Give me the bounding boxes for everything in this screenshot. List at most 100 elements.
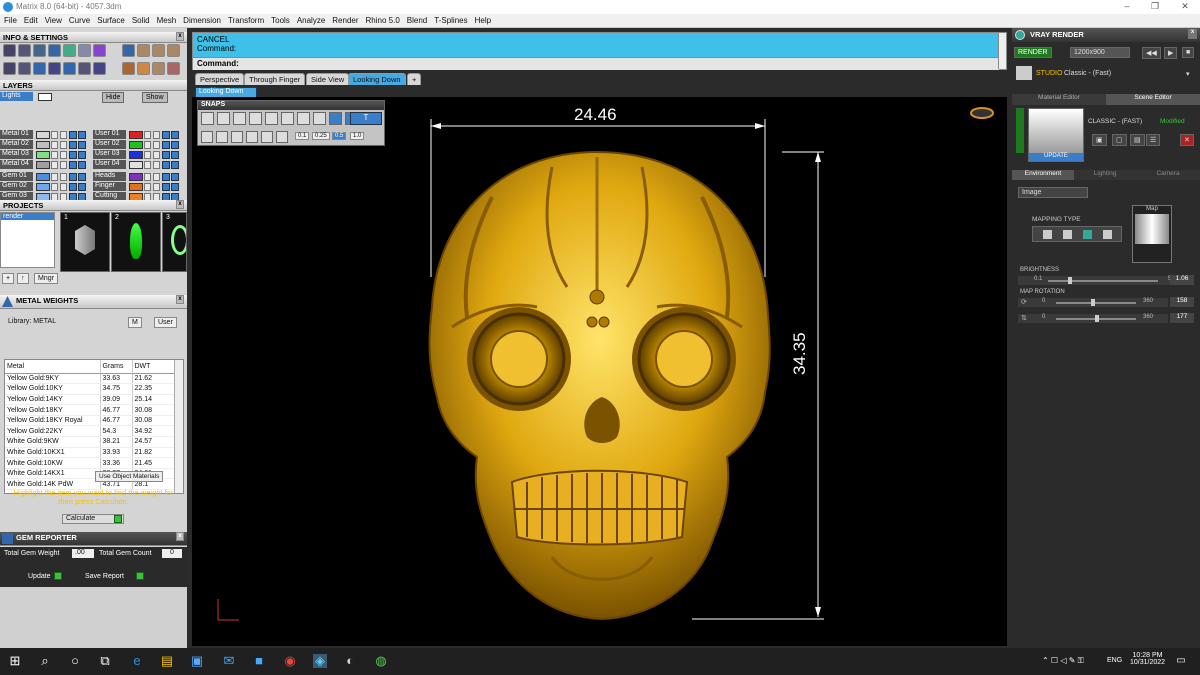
update-button[interactable]: Update bbox=[28, 572, 62, 580]
map-preview[interactable]: Map bbox=[1132, 205, 1172, 263]
tool-icon[interactable] bbox=[122, 44, 135, 57]
table-row[interactable]: Yellow Gold:22KY 54.3 34.92 bbox=[5, 425, 175, 438]
layer-select-icon[interactable] bbox=[78, 141, 86, 149]
menu-mesh[interactable]: Mesh bbox=[153, 14, 180, 25]
col-header-dwt[interactable]: DWT bbox=[131, 360, 175, 374]
layer-select-icon[interactable] bbox=[78, 173, 86, 181]
menu-curve[interactable]: Curve bbox=[65, 14, 93, 25]
use-object-materials-button[interactable]: Use Object Materials bbox=[95, 471, 164, 482]
tool-icon[interactable] bbox=[18, 44, 31, 57]
notification-icon[interactable]: ▭ bbox=[1174, 654, 1188, 668]
project-item[interactable]: render bbox=[1, 213, 54, 220]
tab-scene-editor[interactable]: Scene Editor bbox=[1106, 94, 1200, 105]
rotation-slider-1[interactable]: ⟳ 0 360 bbox=[1018, 298, 1168, 307]
layer-color[interactable] bbox=[36, 131, 50, 139]
lock-icon[interactable] bbox=[144, 131, 151, 139]
show-button[interactable]: Show bbox=[142, 92, 168, 103]
visibility-icon[interactable] bbox=[60, 173, 67, 181]
layer-select-icon[interactable] bbox=[78, 161, 86, 169]
chrome-icon[interactable]: ◉ bbox=[283, 654, 297, 668]
tool-icon[interactable] bbox=[93, 44, 106, 57]
snap-toggle-button[interactable]: T bbox=[350, 112, 382, 125]
layer-color[interactable] bbox=[129, 183, 143, 191]
task-view-icon[interactable]: ⧉ bbox=[98, 654, 112, 668]
zoom-icon[interactable]: ■ bbox=[252, 654, 266, 668]
layer-mode-icon[interactable] bbox=[162, 131, 170, 139]
layer-row[interactable]: User 01 bbox=[93, 130, 185, 140]
cortana-icon[interactable]: ○ bbox=[68, 654, 82, 668]
copy-icon[interactable]: ▢ bbox=[1112, 134, 1127, 146]
snap-tan-icon[interactable] bbox=[313, 112, 326, 125]
tool-icon[interactable] bbox=[33, 44, 46, 57]
layer-color[interactable] bbox=[129, 131, 143, 139]
layer-row[interactable]: Metal 04 bbox=[0, 160, 92, 170]
menu-edit[interactable]: Edit bbox=[20, 14, 41, 25]
lock-icon[interactable] bbox=[144, 161, 151, 169]
snap-value[interactable]: 1.0 bbox=[350, 132, 365, 140]
tool-icon[interactable] bbox=[3, 44, 16, 57]
cancel-option[interactable]: CANCEL bbox=[197, 35, 229, 44]
app-icon[interactable]: ◍ bbox=[374, 654, 388, 668]
layer-mode-icon[interactable] bbox=[69, 183, 77, 191]
layer-color[interactable] bbox=[36, 151, 50, 159]
up-arrow-icon[interactable]: ↑ bbox=[17, 273, 29, 284]
rotation-value-2[interactable]: 177 bbox=[1170, 313, 1194, 323]
layer-row[interactable]: Finger bbox=[93, 182, 185, 192]
viewport-looking-down[interactable]: 24.46 34.35 bbox=[192, 97, 1007, 646]
project-thumb[interactable]: 3 bbox=[162, 212, 187, 272]
tool-icon[interactable] bbox=[78, 62, 91, 75]
layer-mode-icon[interactable] bbox=[69, 131, 77, 139]
snap-option-icon[interactable] bbox=[261, 131, 273, 143]
sphere-map-icon[interactable] bbox=[1083, 230, 1092, 239]
restore-icon[interactable]: ❐ bbox=[1148, 1, 1162, 13]
layer-color[interactable] bbox=[129, 141, 143, 149]
menu-help[interactable]: Help bbox=[471, 14, 494, 25]
snap-int-icon[interactable] bbox=[281, 112, 294, 125]
preset-dropdown[interactable]: Classic - (Fast) bbox=[1064, 70, 1111, 77]
snap-option-icon[interactable] bbox=[231, 131, 243, 143]
layer-select-icon[interactable] bbox=[78, 183, 86, 191]
lock-icon[interactable] bbox=[144, 141, 151, 149]
col-header-grams[interactable]: Grams bbox=[99, 360, 132, 374]
snap-option-icon[interactable] bbox=[216, 131, 228, 143]
layer-mode-icon[interactable] bbox=[162, 151, 170, 159]
render-button[interactable]: RENDER bbox=[1014, 47, 1052, 58]
tab-lighting[interactable]: Lighting bbox=[1074, 170, 1136, 180]
close-icon[interactable]: ✕ bbox=[1178, 1, 1192, 13]
table-row[interactable]: Yellow Gold:9KY 33.63 21.62 bbox=[5, 373, 175, 385]
save-report-button[interactable]: Save Report bbox=[85, 572, 144, 580]
tool-icon[interactable] bbox=[48, 62, 61, 75]
snap-option-icon[interactable] bbox=[201, 131, 213, 143]
tool-icon[interactable] bbox=[33, 62, 46, 75]
edge-icon[interactable]: e bbox=[130, 654, 144, 668]
tool-icon[interactable] bbox=[78, 44, 91, 57]
tool-icon[interactable] bbox=[167, 44, 180, 57]
lock-icon[interactable] bbox=[51, 183, 58, 191]
m-tag[interactable]: M bbox=[128, 317, 142, 328]
layer-row[interactable]: Gem 01 bbox=[0, 172, 92, 182]
layer-row[interactable]: Metal 01 bbox=[0, 130, 92, 140]
play-icon[interactable]: ▶ bbox=[1164, 47, 1178, 59]
menu-tsplines[interactable]: T-Splines bbox=[430, 14, 470, 25]
visibility-icon[interactable] bbox=[60, 131, 67, 139]
tab-material-editor[interactable]: Material Editor bbox=[1012, 94, 1106, 105]
layer-select-icon[interactable] bbox=[171, 141, 179, 149]
update-button[interactable]: UPDATE bbox=[1029, 153, 1083, 161]
visibility-icon[interactable] bbox=[153, 131, 160, 139]
layer-mode-icon[interactable] bbox=[69, 173, 77, 181]
slider-thumb[interactable] bbox=[1091, 299, 1095, 306]
lock-icon[interactable] bbox=[144, 173, 151, 181]
snap-option-icon[interactable] bbox=[276, 131, 288, 143]
menu-tools[interactable]: Tools bbox=[267, 14, 293, 25]
environment-type-select[interactable]: Image bbox=[1018, 187, 1088, 198]
layer-color[interactable] bbox=[129, 173, 143, 181]
lock-icon[interactable] bbox=[51, 151, 58, 159]
brightness-slider[interactable]: 0.1 5 bbox=[1018, 276, 1178, 285]
table-row[interactable]: Yellow Gold:14KY 39.09 25.14 bbox=[5, 394, 175, 406]
visibility-icon[interactable] bbox=[153, 173, 160, 181]
visibility-icon[interactable] bbox=[153, 151, 160, 159]
layer-color[interactable] bbox=[36, 141, 50, 149]
tool-icon[interactable] bbox=[122, 62, 135, 75]
clock[interactable]: 10:28 PM 10/31/2022 bbox=[1130, 652, 1165, 666]
tool-icon[interactable] bbox=[3, 62, 16, 75]
